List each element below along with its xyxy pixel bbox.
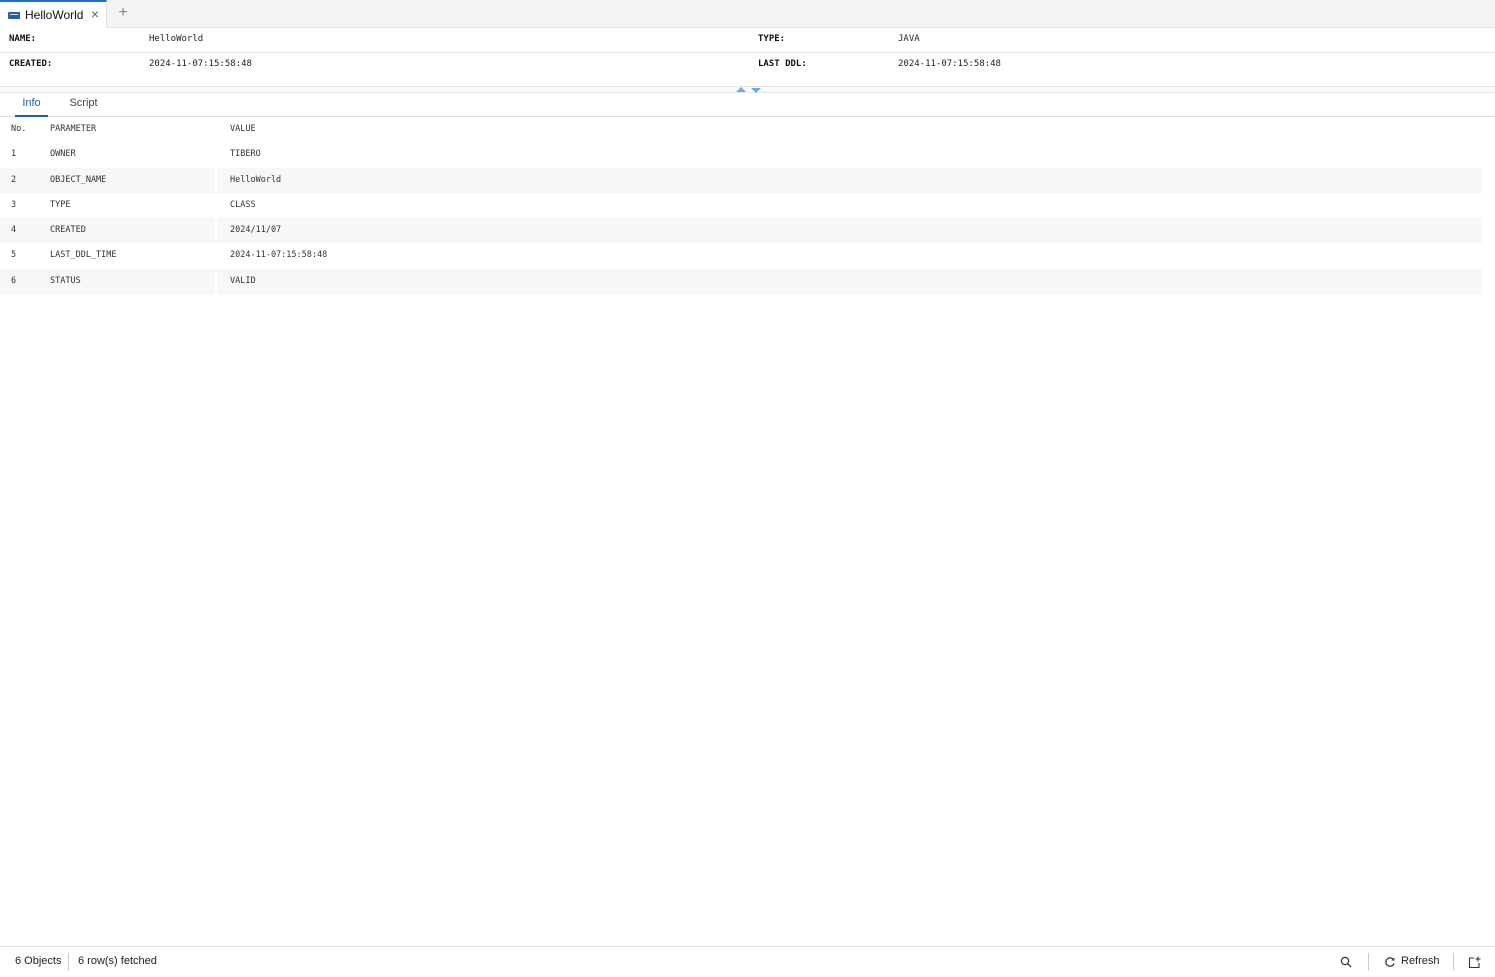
status-bar: 6 Objects 6 row(s) fetched Refresh (0, 946, 1495, 976)
row-number: 3 (11, 199, 17, 210)
collapse-up-icon[interactable] (736, 87, 746, 92)
row-number: 1 (11, 149, 17, 160)
editor-tab-strip: HelloWorld × + (0, 0, 1495, 28)
refresh-label: Refresh (1401, 955, 1440, 967)
parameter-cell: CREATED (50, 225, 86, 236)
close-icon[interactable]: × (89, 7, 101, 21)
table-row[interactable]: 6 STATUS VALID (0, 268, 1482, 295)
properties-row: CREATED: 2024-11-07:15:58:48 LAST DDL: 2… (0, 53, 1495, 78)
last-ddl-label: LAST DDL: (758, 59, 807, 69)
object-count: 6 Objects (15, 955, 62, 967)
export-button[interactable] (1468, 947, 1482, 977)
divider (68, 953, 69, 971)
table-row[interactable]: 5 LAST_DDL_TIME 2024-11-07:15:58:48 (0, 243, 1482, 268)
rows-fetched: 6 row(s) fetched (78, 955, 157, 967)
type-label: TYPE: (758, 34, 786, 44)
value-cell: VALID (230, 275, 256, 286)
refresh-icon (1385, 957, 1395, 967)
properties-row: NAME: HelloWorld TYPE: JAVA (0, 28, 1495, 53)
plus-icon: + (118, 4, 128, 21)
row-number: 5 (11, 250, 17, 261)
info-grid: No. PARAMETER VALUE 1 OWNER TIBERO 2 OBJ… (0, 117, 1482, 295)
table-row[interactable]: 3 TYPE CLASS (0, 193, 1482, 218)
name-value: HelloWorld (149, 34, 204, 44)
parameter-cell: OBJECT_NAME (50, 174, 107, 185)
parameter-cell: OWNER (50, 149, 76, 160)
tab-label: HelloWorld (25, 8, 84, 22)
tab-script[interactable]: Script (66, 93, 101, 117)
column-header-value[interactable]: VALUE (230, 117, 256, 142)
table-row[interactable]: 2 OBJECT_NAME HelloWorld (0, 167, 1482, 193)
add-tab-button[interactable]: + (116, 5, 130, 21)
value-cell: HelloWorld (230, 174, 282, 185)
grid-header-row: No. PARAMETER VALUE (0, 117, 1482, 142)
value-cell: TIBERO (230, 149, 261, 160)
tab-helloworld[interactable]: HelloWorld × (0, 0, 107, 28)
detail-tabs: Info Script (0, 93, 1495, 117)
export-icon (1468, 956, 1481, 969)
row-number: 6 (11, 275, 17, 286)
divider (1368, 953, 1369, 971)
column-header-parameter[interactable]: PARAMETER (50, 117, 96, 142)
table-row[interactable]: 1 OWNER TIBERO (0, 142, 1482, 167)
name-label: NAME: (9, 34, 37, 44)
created-value: 2024-11-07:15:58:48 (149, 59, 252, 69)
refresh-button[interactable]: Refresh (1383, 947, 1441, 977)
created-label: CREATED: (9, 59, 53, 69)
panel-splitter[interactable] (0, 86, 1495, 93)
divider (1453, 953, 1454, 971)
value-cell: CLASS (230, 199, 256, 210)
parameter-cell: TYPE (50, 199, 71, 210)
row-number: 2 (11, 174, 17, 185)
tab-info[interactable]: Info (15, 93, 48, 117)
java-object-icon (8, 11, 20, 19)
column-header-no[interactable]: No. (11, 117, 26, 142)
value-cell: 2024-11-07:15:58:48 (230, 250, 328, 261)
search-icon (1340, 956, 1352, 968)
table-row[interactable]: 4 CREATED 2024/11/07 (0, 218, 1482, 244)
row-number: 4 (11, 225, 17, 236)
parameter-cell: LAST_DDL_TIME (50, 250, 117, 261)
last-ddl-value: 2024-11-07:15:58:48 (898, 59, 1001, 69)
type-value: JAVA (898, 34, 920, 44)
value-cell: 2024/11/07 (230, 225, 282, 236)
object-properties-panel: NAME: HelloWorld TYPE: JAVA CREATED: 202… (0, 28, 1495, 86)
parameter-cell: STATUS (50, 275, 81, 286)
search-button[interactable] (1339, 947, 1353, 977)
